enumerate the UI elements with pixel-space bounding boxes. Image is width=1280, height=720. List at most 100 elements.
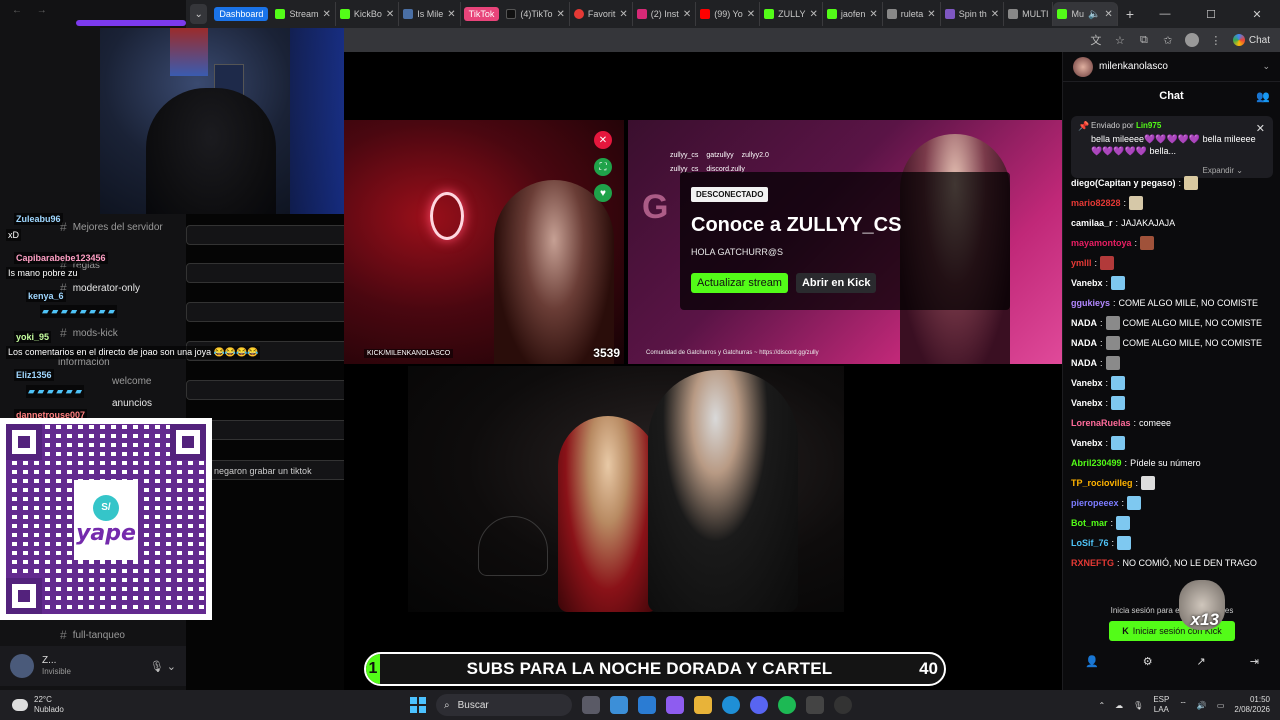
translate-icon[interactable]: 文 (1089, 33, 1103, 47)
browser-tab[interactable]: MULTI (1004, 2, 1054, 26)
heart-icon[interactable]: ♥ (594, 184, 612, 202)
close-icon[interactable]: ✕ (447, 9, 455, 20)
close-icon[interactable]: ✕ (557, 9, 565, 20)
channel-mods-kick[interactable]: # mods-kick (60, 326, 118, 340)
chat-username[interactable]: LoSif_76 (1071, 538, 1109, 548)
tab-search-button[interactable]: ⌄ (190, 4, 208, 24)
clock[interactable]: 01:50 2/08/2026 (1234, 695, 1270, 716)
chat-username[interactable]: NADA (1071, 358, 1097, 368)
weather-widget[interactable]: 22°C Nublado (0, 695, 64, 714)
open-in-kick-button[interactable]: Abrir en Kick (795, 273, 877, 293)
chat-username[interactable]: Vanebx (1071, 378, 1103, 388)
channel-welcome[interactable]: welcome (112, 376, 151, 387)
mic-icon[interactable]: 🎙 (1133, 701, 1143, 710)
microphone-icon[interactable]: 🎙 ⌄ (150, 660, 176, 673)
chat-username[interactable]: Vanebx (1071, 278, 1103, 288)
fullscreen-icon[interactable]: ⛶ (594, 158, 612, 176)
browser-tab[interactable]: KickBo ✕ (336, 2, 400, 26)
close-stream-icon[interactable]: ✕ (594, 131, 612, 149)
extensions-icon[interactable]: ⧉ (1137, 33, 1151, 47)
chat-username[interactable]: ggukieys (1071, 298, 1110, 308)
channel-moderator-only[interactable]: # moderator-only (60, 281, 140, 295)
browser-tab-active[interactable]: Mu 🔈 ✕ (1053, 2, 1118, 26)
browser-tab[interactable]: Spin th ✕ (941, 2, 1005, 26)
stream-video-milenkanolasco[interactable]: KICK/MILENKANOLASCO 3539 (344, 120, 624, 364)
browser-tab[interactable]: (99) Yo ✕ (696, 2, 761, 26)
settings-icon[interactable]: ⚙ (1143, 655, 1153, 668)
browser-tab[interactable]: ZULLY ✕ (760, 2, 823, 26)
file-explorer-icon[interactable] (694, 696, 712, 714)
stream-video-party[interactable] (408, 366, 844, 612)
chevron-up-icon[interactable]: ⌃ (1098, 701, 1105, 710)
battery-icon[interactable]: ▭ (1217, 701, 1225, 710)
close-icon[interactable]: ✕ (1104, 9, 1112, 20)
chat-username[interactable]: Abril230499 (1071, 458, 1122, 468)
chat-username[interactable]: RXNEFTG (1071, 558, 1114, 568)
chat-username[interactable]: pieropeeex (1071, 498, 1119, 508)
chat-username[interactable]: NADA (1071, 318, 1097, 328)
favorites-icon[interactable]: ✩ (1161, 33, 1175, 47)
close-icon[interactable]: ✕ (683, 9, 691, 20)
app-icon[interactable] (638, 696, 656, 714)
browser-tab[interactable]: Stream ✕ (271, 2, 336, 26)
chat-username[interactable]: camilaa_r (1071, 218, 1113, 228)
windows-start-icon[interactable] (410, 697, 426, 713)
app-icon[interactable] (610, 696, 628, 714)
discord-icon[interactable] (750, 696, 768, 714)
chat-username[interactable]: Vanebx (1071, 438, 1103, 448)
maximize-icon[interactable]: ☐ (1188, 0, 1234, 28)
users-icon[interactable]: 👥 (1256, 90, 1270, 103)
chat-username[interactable]: mayamontoya (1071, 238, 1132, 248)
channel-mejores[interactable]: # Mejores del servidor (60, 220, 163, 234)
channel-full-tanqueo[interactable]: # full-tanqueo (60, 628, 125, 642)
chat-username[interactable]: Vanebx (1071, 398, 1103, 408)
gemini-chat-button[interactable]: Chat (1232, 34, 1270, 46)
app-icon[interactable] (806, 696, 824, 714)
minimize-icon[interactable]: — (1142, 0, 1188, 28)
browser-tab[interactable]: (4)TikTo ✕ (502, 2, 570, 26)
expand-button[interactable]: Expandir ⌄ (1202, 166, 1243, 175)
chat-username[interactable]: ymlll (1071, 258, 1092, 268)
close-icon[interactable]: ✕ (386, 9, 394, 20)
close-window-icon[interactable]: ✕ (1234, 0, 1280, 28)
channel-selector[interactable]: milenkanolasco ⌄ (1063, 52, 1280, 82)
close-icon[interactable]: ✕ (619, 9, 627, 20)
close-icon[interactable]: ✕ (869, 9, 877, 20)
volume-icon[interactable]: 🔊 (1197, 701, 1207, 710)
wifi-icon[interactable]: ⌔ (1179, 700, 1187, 710)
browser-tab[interactable]: jaofen ✕ (823, 2, 883, 26)
close-icon[interactable]: ✕ (809, 9, 817, 20)
profile-avatar[interactable] (1184, 33, 1199, 47)
more-menu-icon[interactable]: ⋮ (1209, 33, 1223, 47)
bookmark-star-icon[interactable]: ☆ (1113, 33, 1127, 47)
channel-anuncios[interactable]: anuncios (112, 398, 152, 409)
speaker-icon[interactable]: 🔈 (1088, 9, 1100, 20)
chat-username[interactable]: Bot_mar (1071, 518, 1108, 528)
edge-icon[interactable] (722, 696, 740, 714)
close-icon[interactable]: ✕ (1256, 122, 1265, 135)
avatar[interactable] (10, 654, 34, 678)
taskbar-search[interactable]: ⌕ Buscar (436, 694, 572, 716)
refresh-stream-button[interactable]: Actualizar stream (691, 273, 788, 293)
tab-group-tiktok[interactable]: TikTok (463, 7, 500, 21)
close-icon[interactable]: ✕ (991, 9, 999, 20)
browser-tab[interactable]: (2) Inst ✕ (633, 2, 697, 26)
close-icon[interactable]: ✕ (747, 9, 755, 20)
chat-username[interactable]: LorenaRuelas (1071, 418, 1131, 428)
chat-username[interactable]: NADA (1071, 338, 1097, 348)
browser-tab[interactable]: Is Mile ✕ (399, 2, 461, 26)
browser-tab[interactable]: Favorit ✕ (570, 2, 633, 26)
share-icon[interactable]: ↗ (1197, 655, 1206, 668)
cloud-icon[interactable]: ☁ (1115, 701, 1123, 710)
browser-tab[interactable]: ruleta ✕ (883, 2, 941, 26)
exit-icon[interactable]: ⇥ (1250, 655, 1259, 668)
language-indicator[interactable]: ESP LAA (1153, 695, 1169, 716)
chat-username[interactable]: mario82828 (1071, 198, 1121, 208)
tab-group-dashboard[interactable]: Dashboard (214, 7, 269, 21)
new-tab-button[interactable]: + (1118, 6, 1142, 22)
spotify-icon[interactable] (778, 696, 796, 714)
add-user-icon[interactable]: 👤 (1085, 655, 1099, 668)
chat-username[interactable]: diego(Capitan y pegaso) (1071, 178, 1176, 188)
chat-username[interactable]: TP_rociovilleg (1071, 478, 1133, 488)
obs-icon[interactable] (834, 696, 852, 714)
